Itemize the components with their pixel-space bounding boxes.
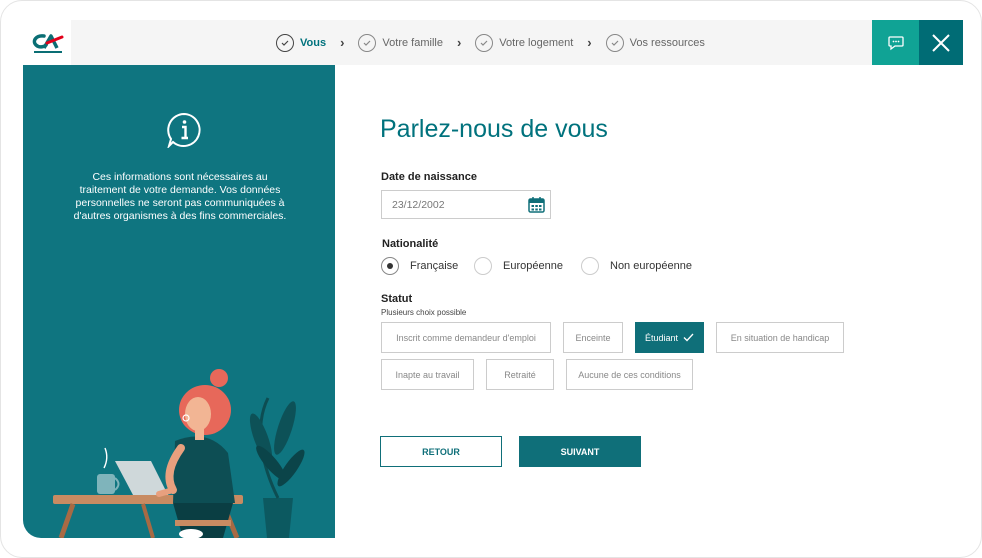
chip-label: Étudiant xyxy=(644,332,679,343)
info-sidebar: Ces informations sont nécessaires au tra… xyxy=(23,65,335,538)
status-label: Statut xyxy=(381,293,413,305)
radio-europeenne[interactable]: Européenne xyxy=(474,257,563,275)
step-label: Votre famille xyxy=(382,36,443,49)
step-vous[interactable]: Vous xyxy=(276,33,327,52)
step-votre-famille[interactable]: Votre famille xyxy=(358,33,443,52)
credit-agricole-logo[interactable] xyxy=(23,20,71,65)
radio-label: Non européenne xyxy=(610,260,692,272)
step-label: Vous xyxy=(300,36,327,49)
sidebar-text: Ces informations sont nécessaires au tra… xyxy=(73,171,287,222)
calendar-icon[interactable] xyxy=(528,196,545,213)
radio-dot xyxy=(474,257,492,275)
chevron-right-icon: › xyxy=(587,35,592,50)
status-chip[interactable]: En situation de handicap xyxy=(716,322,844,353)
app-frame: Vous › Votre famille › Votre logement › … xyxy=(0,0,982,558)
chevron-right-icon: › xyxy=(340,35,345,50)
close-icon xyxy=(932,33,950,52)
birthdate-input[interactable]: 23/12/2002 xyxy=(381,190,551,219)
step-label: Votre logement xyxy=(499,36,574,49)
progress-steps: Vous › Votre famille › Votre logement › … xyxy=(276,20,705,65)
status-chip[interactable]: Enceinte xyxy=(563,322,623,353)
page-title: Parlez-nous de vous xyxy=(380,115,608,143)
radio-non-europeenne[interactable]: Non européenne xyxy=(581,257,692,275)
birthdate-label: Date de naissance xyxy=(381,171,477,183)
status-chip[interactable]: Inapte au travail xyxy=(381,359,474,390)
woman-at-desk-illustration xyxy=(53,369,305,538)
check-circle-icon xyxy=(475,33,494,52)
nationality-label: Nationalité xyxy=(382,238,439,250)
radio-label: Européenne xyxy=(503,260,563,272)
chat-button[interactable] xyxy=(872,20,919,65)
radio-francaise[interactable]: Française xyxy=(381,257,458,275)
status-chip[interactable]: Aucune de ces conditions xyxy=(566,359,693,390)
close-button[interactable] xyxy=(919,20,963,65)
back-button[interactable]: RETOUR xyxy=(380,436,502,467)
step-label: Vos ressources xyxy=(629,36,705,49)
next-button[interactable]: SUIVANT xyxy=(519,436,641,467)
check-icon xyxy=(683,333,694,342)
status-sublabel: Plusieurs choix possible xyxy=(381,308,467,317)
radio-dot xyxy=(581,257,599,275)
radio-dot xyxy=(381,257,399,275)
check-circle-icon xyxy=(605,33,624,52)
step-vos-ressources[interactable]: Vos ressources xyxy=(605,33,705,52)
check-circle-icon xyxy=(276,33,294,52)
status-chip[interactable]: Retraité xyxy=(486,359,554,390)
chevron-right-icon: › xyxy=(456,35,462,50)
status-chip-selected[interactable]: Étudiant xyxy=(635,322,704,353)
status-chip[interactable]: Inscrit comme demandeur d'emploi xyxy=(381,322,551,353)
info-bubble-icon xyxy=(167,112,201,148)
radio-label: Française xyxy=(410,260,459,272)
check-circle-icon xyxy=(358,33,377,52)
chat-bubble-icon xyxy=(887,35,904,50)
step-votre-logement[interactable]: Votre logement xyxy=(475,33,574,52)
